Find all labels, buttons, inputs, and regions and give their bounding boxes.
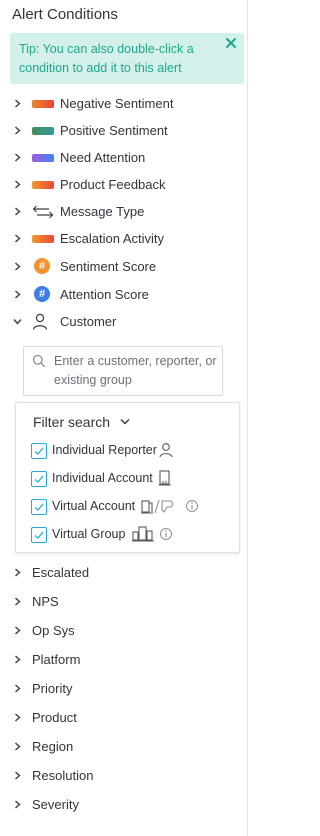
condition-need-attention[interactable]: Need Attention — [0, 147, 240, 169]
filter-option-individual-reporter: Individual Reporter — [31, 441, 231, 461]
checkbox[interactable] — [31, 527, 47, 543]
condition-label: Message Type — [60, 204, 145, 219]
filter-option-individual-account: Individual Account — [31, 469, 231, 489]
gradient-bar-icon — [32, 127, 54, 135]
chevron-right-icon[interactable] — [13, 684, 22, 693]
option-label: Individual Reporter — [52, 443, 157, 457]
building-icon — [157, 469, 173, 487]
hash-orange-circle-icon: # — [34, 258, 50, 274]
chevron-right-icon[interactable] — [13, 800, 22, 809]
chevron-right-icon[interactable] — [13, 153, 22, 162]
panel-border — [247, 0, 248, 836]
search-icon — [32, 354, 46, 368]
filter-option-virtual-group: Virtual Group — [31, 525, 231, 545]
filter-search-dropdown: Filter search Individual Reporter Indivi… — [15, 402, 240, 553]
condition-product-feedback[interactable]: Product Feedback — [0, 174, 240, 196]
condition-label: Resolution — [32, 768, 94, 783]
condition-attention-score[interactable]: # Attention Score — [0, 284, 240, 306]
checkbox[interactable] — [31, 443, 47, 459]
option-label: Virtual Group — [52, 527, 126, 541]
condition-escalated[interactable]: Escalated — [0, 562, 240, 584]
close-icon[interactable] — [224, 36, 238, 50]
info-icon[interactable] — [159, 527, 173, 541]
condition-region[interactable]: Region — [0, 736, 240, 758]
chevron-right-icon[interactable] — [13, 99, 22, 108]
option-label: Individual Account — [52, 471, 153, 485]
chevron-right-icon[interactable] — [13, 771, 22, 780]
arrows-left-right-icon — [32, 202, 54, 222]
condition-label: Negative Sentiment — [60, 96, 174, 111]
building-slash-tag-icon — [140, 497, 184, 515]
hash-blue-circle-icon: # — [34, 286, 50, 302]
condition-product[interactable]: Product — [0, 707, 240, 729]
gradient-bar-icon — [32, 181, 54, 189]
gradient-bar-icon — [32, 154, 54, 162]
condition-message-type[interactable]: Message Type — [0, 201, 240, 223]
alert-conditions-panel: Alert Conditions Tip: You can also doubl… — [0, 0, 252, 836]
person-icon — [32, 312, 52, 332]
condition-priority[interactable]: Priority — [0, 678, 240, 700]
condition-severity[interactable]: Severity — [0, 794, 240, 816]
buildings-group-icon — [131, 525, 155, 543]
condition-customer[interactable]: Customer — [0, 311, 240, 333]
tip-box: Tip: You can also double-click a conditi… — [10, 33, 244, 84]
condition-label: Customer — [60, 314, 117, 329]
condition-escalation-activity[interactable]: Escalation Activity — [0, 228, 240, 250]
chevron-right-icon[interactable] — [13, 742, 22, 751]
search-placeholder: Enter a customer, reporter, or existing … — [54, 354, 217, 387]
chevron-right-icon[interactable] — [13, 626, 22, 635]
gradient-bar-icon — [32, 100, 54, 108]
condition-op-sys[interactable]: Op Sys — [0, 620, 240, 642]
chevron-right-icon[interactable] — [13, 655, 22, 664]
condition-positive-sentiment[interactable]: Positive Sentiment — [0, 120, 240, 142]
chevron-right-icon[interactable] — [13, 126, 22, 135]
chevron-right-icon[interactable] — [13, 290, 22, 299]
chevron-right-icon[interactable] — [13, 234, 22, 243]
condition-label: Need Attention — [60, 150, 146, 165]
condition-label: Priority — [32, 681, 73, 696]
chevron-down-icon[interactable] — [120, 418, 130, 426]
option-label: Virtual Account — [52, 499, 136, 513]
info-icon[interactable] — [185, 499, 199, 513]
chevron-right-icon[interactable] — [13, 207, 22, 216]
chevron-right-icon[interactable] — [13, 597, 22, 606]
person-icon — [158, 441, 174, 459]
condition-label: Attention Score — [60, 287, 149, 302]
filter-search-toggle[interactable]: Filter search — [33, 414, 110, 430]
condition-platform[interactable]: Platform — [0, 649, 240, 671]
condition-label: Product Feedback — [60, 177, 166, 192]
condition-sentiment-score[interactable]: # Sentiment Score — [0, 256, 240, 278]
condition-label: Sentiment Score — [60, 259, 157, 274]
chevron-right-icon[interactable] — [13, 568, 22, 577]
condition-label: Severity — [32, 797, 79, 812]
tip-text: Tip: You can also double-click a conditi… — [19, 42, 194, 75]
chevron-down-icon[interactable] — [13, 317, 22, 326]
condition-label: Region — [32, 739, 74, 754]
checkbox[interactable] — [31, 499, 47, 515]
chevron-right-icon[interactable] — [13, 262, 22, 271]
condition-label: NPS — [32, 594, 59, 609]
condition-label: Platform — [32, 652, 81, 667]
condition-label: Op Sys — [32, 623, 75, 638]
panel-title: Alert Conditions — [12, 6, 118, 23]
condition-label: Positive Sentiment — [60, 123, 168, 138]
condition-label: Product — [32, 710, 77, 725]
condition-nps[interactable]: NPS — [0, 591, 240, 613]
checkbox[interactable] — [31, 471, 47, 487]
filter-option-virtual-account: Virtual Account — [31, 497, 231, 517]
condition-label: Escalation Activity — [60, 231, 165, 246]
condition-label: Escalated — [32, 565, 90, 580]
chevron-right-icon[interactable] — [13, 180, 22, 189]
gradient-bar-icon — [32, 235, 54, 243]
condition-negative-sentiment[interactable]: Negative Sentiment — [0, 93, 240, 115]
customer-search-input[interactable]: Enter a customer, reporter, or existing … — [23, 346, 223, 396]
chevron-right-icon[interactable] — [13, 713, 22, 722]
condition-resolution[interactable]: Resolution — [0, 765, 240, 787]
